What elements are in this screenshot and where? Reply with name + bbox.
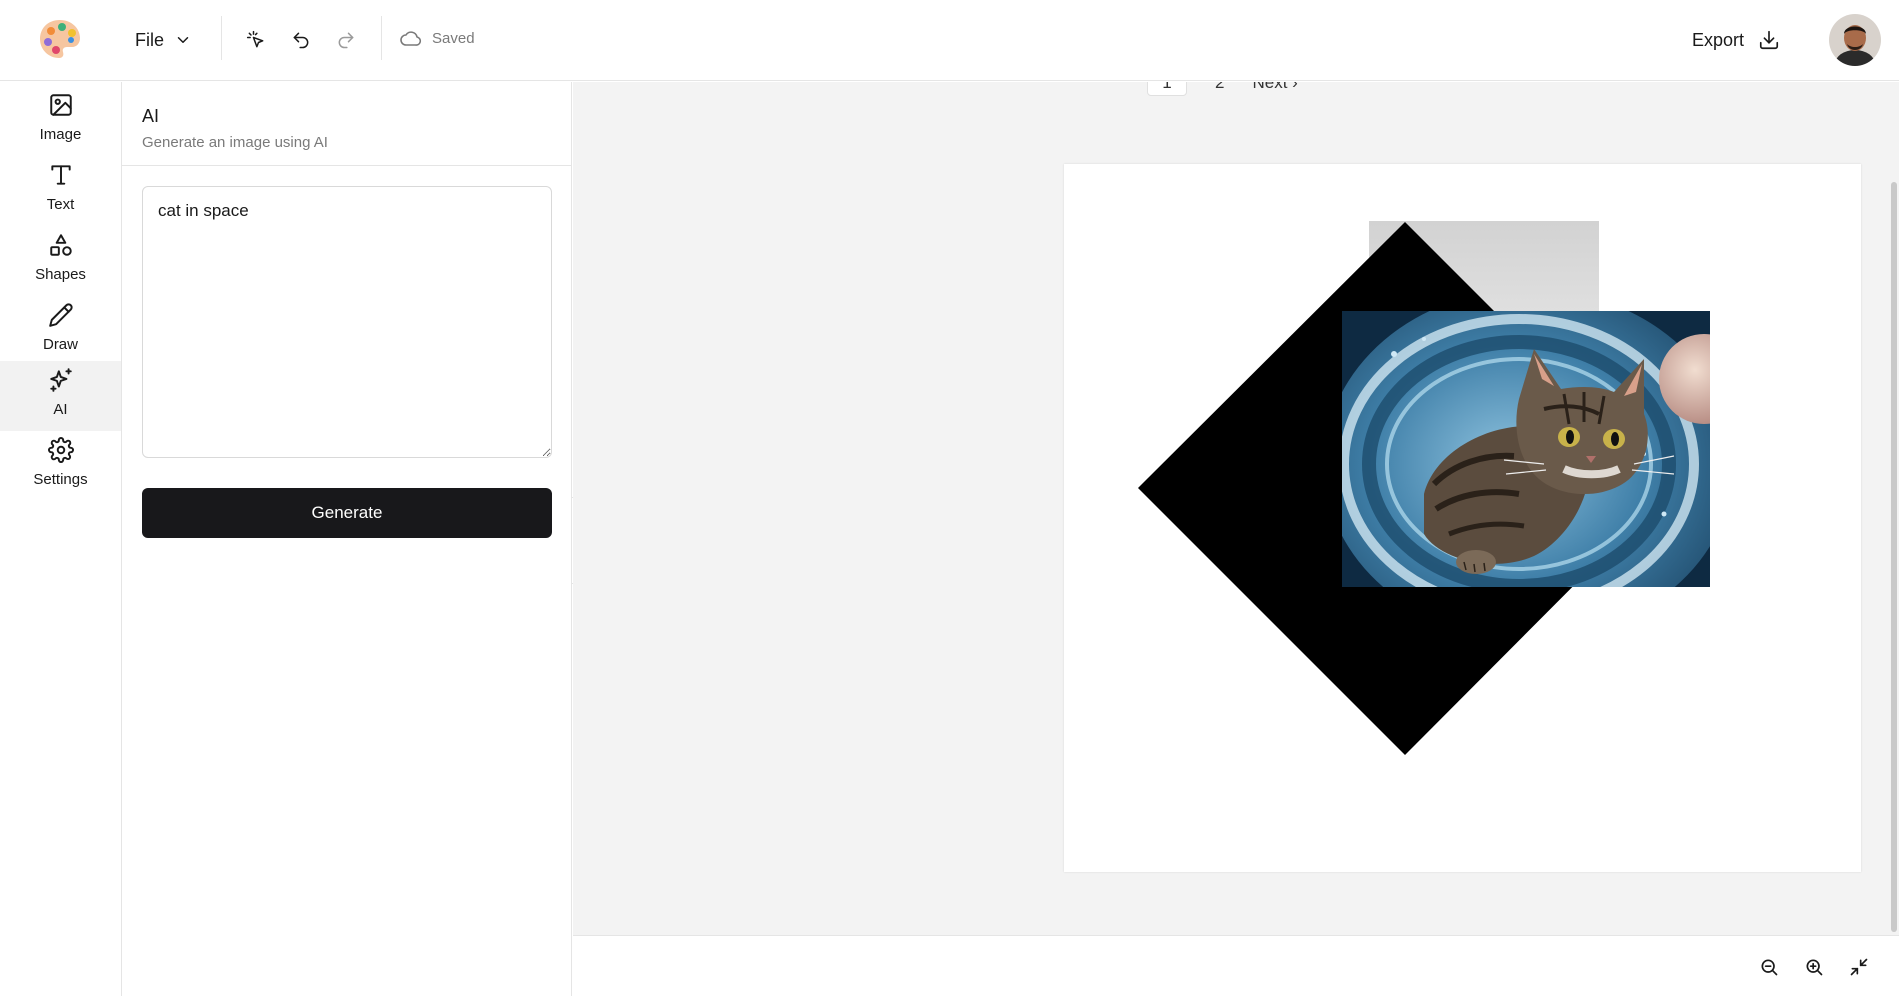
page-2-button[interactable]: 2 bbox=[1215, 82, 1224, 93]
undo-button[interactable] bbox=[285, 24, 317, 56]
sidebar-item-label: AI bbox=[53, 401, 68, 418]
avatar[interactable] bbox=[1829, 14, 1881, 66]
save-status-text: Saved bbox=[432, 29, 475, 47]
sidebar-item-ai[interactable]: AI bbox=[0, 361, 121, 431]
select-tool-button[interactable] bbox=[240, 24, 272, 56]
sidebar-item-label: Settings bbox=[33, 471, 88, 488]
redo-button[interactable] bbox=[330, 24, 362, 56]
fit-screen-button[interactable] bbox=[1845, 953, 1873, 981]
cursor-click-icon bbox=[246, 30, 264, 48]
sidebar-item-settings[interactable]: Settings bbox=[0, 431, 121, 501]
zoom-in-button[interactable] bbox=[1800, 953, 1828, 981]
pencil-icon bbox=[48, 303, 73, 327]
next-page-button[interactable]: Next › bbox=[1252, 82, 1297, 93]
canvas-page[interactable] bbox=[1064, 164, 1861, 872]
sparkles-icon bbox=[49, 368, 72, 392]
zoom-out-icon bbox=[1761, 959, 1778, 976]
canvas-artwork bbox=[1138, 221, 1749, 755]
minimize-icon bbox=[1850, 958, 1868, 976]
panel-title: AI bbox=[142, 106, 160, 126]
sidebar-item-shapes[interactable]: Shapes bbox=[0, 226, 121, 296]
panel-header: AI Generate an image using AI bbox=[122, 82, 571, 166]
image-icon bbox=[49, 94, 72, 116]
sidebar-item-label: Draw bbox=[42, 336, 78, 353]
prompt-input[interactable]: cat in space bbox=[142, 186, 552, 458]
sidebar-item-label: Shapes bbox=[35, 266, 86, 283]
sidebar-item-label: Text bbox=[46, 196, 75, 213]
palette-icon[interactable] bbox=[38, 18, 82, 60]
export-label: Export bbox=[1692, 29, 1745, 50]
chevron-down-icon bbox=[177, 37, 189, 43]
save-status: Saved bbox=[398, 26, 475, 50]
zoom-bar bbox=[573, 935, 1899, 996]
download-icon bbox=[1759, 30, 1779, 50]
redo-icon bbox=[338, 32, 354, 49]
file-menu[interactable]: File bbox=[125, 22, 202, 58]
text-icon bbox=[50, 165, 71, 185]
page-navigation: 1 2 Next › bbox=[1147, 82, 1298, 96]
top-bar: File Saved Export bbox=[0, 0, 1899, 81]
generate-button[interactable]: Generate bbox=[142, 488, 552, 538]
export-button[interactable]: Export bbox=[1692, 22, 1780, 58]
toolbar-divider bbox=[381, 16, 382, 60]
next-page-label: Next bbox=[1252, 82, 1288, 92]
sidebar-item-draw[interactable]: Draw bbox=[0, 296, 121, 366]
page-1-button[interactable]: 1 bbox=[1147, 82, 1187, 96]
page-1-label: 1 bbox=[1162, 82, 1172, 92]
sidebar-item-image[interactable]: Image bbox=[0, 86, 121, 156]
tool-rail: Image Text Shapes Draw AI Settings bbox=[0, 82, 122, 996]
gear-icon bbox=[47, 437, 74, 463]
file-menu-label: File bbox=[135, 29, 165, 50]
vertical-scrollbar[interactable] bbox=[1891, 182, 1897, 932]
shapes-icon bbox=[49, 234, 72, 256]
toolbar-divider bbox=[221, 16, 222, 60]
zoom-in-icon bbox=[1806, 959, 1823, 976]
ai-panel: AI Generate an image using AI cat in spa… bbox=[122, 82, 572, 996]
sidebar-item-text[interactable]: Text bbox=[0, 156, 121, 226]
canvas-workspace: 1 2 Next › bbox=[573, 82, 1899, 935]
cloud-icon bbox=[400, 31, 422, 46]
cat-in-space-image[interactable] bbox=[1324, 289, 1749, 639]
panel-subtitle: Generate an image using AI bbox=[142, 134, 328, 151]
sidebar-item-label: Image bbox=[39, 126, 82, 143]
undo-icon bbox=[293, 32, 309, 49]
zoom-out-button[interactable] bbox=[1755, 953, 1783, 981]
